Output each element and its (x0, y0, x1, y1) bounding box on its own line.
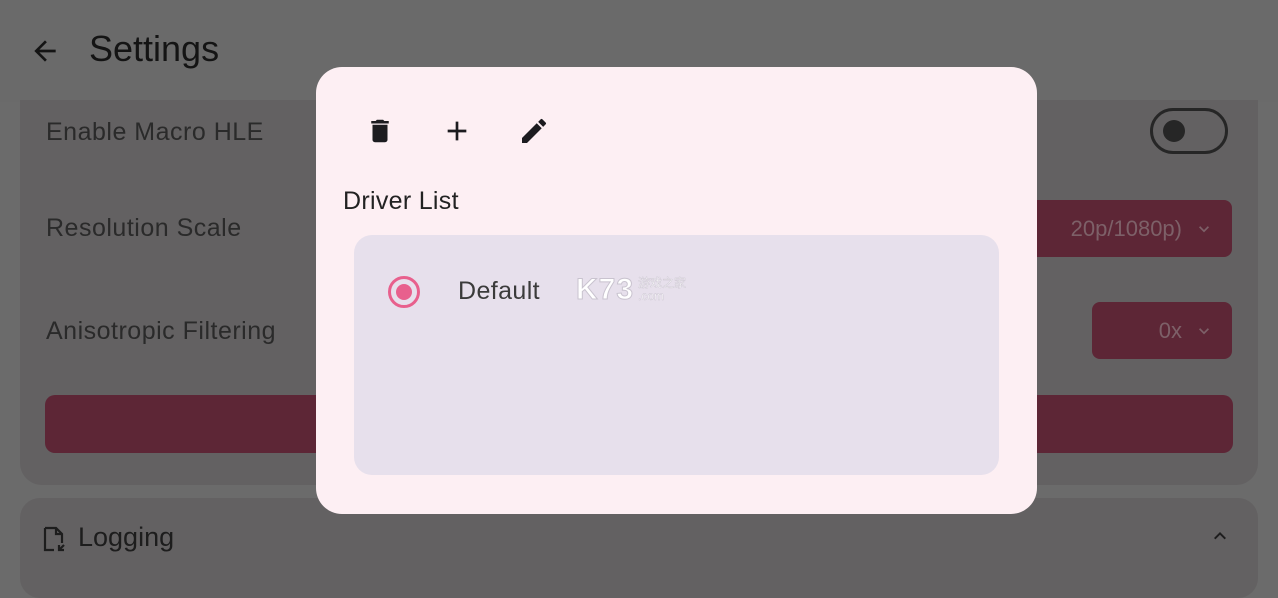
watermark-sub: 游戏之家 .com (638, 276, 686, 303)
driver-item-label[interactable]: Default (458, 277, 540, 306)
setting-label-resolution-scale: Resolution Scale (46, 214, 242, 242)
watermark-main: K73 (575, 273, 635, 307)
edit-icon (522, 118, 546, 143)
setting-label-anisotropic-filtering: Anisotropic Filtering (46, 317, 277, 345)
watermark-logo: K73 游戏之家 .com (575, 273, 686, 307)
driver-manager-dialog: Driver List Default K73 游戏之家 .com (316, 67, 1037, 514)
anisotropic-filtering-value: 0x (1158, 317, 1182, 343)
dialog-title: Driver List (343, 187, 459, 215)
toggle-knob (1163, 120, 1185, 142)
edit-driver-button[interactable] (514, 111, 554, 151)
chevron-down-icon (1199, 225, 1209, 232)
driver-list: Default K73 游戏之家 .com (354, 235, 999, 475)
add-icon (447, 121, 467, 141)
page-title: Settings (89, 28, 220, 69)
log-file-icon (43, 526, 65, 552)
delete-driver-button[interactable] (360, 111, 400, 151)
default-driver-radio[interactable] (388, 276, 420, 308)
chevron-down-icon (1199, 327, 1209, 334)
anisotropic-filtering-dropdown[interactable]: 0x (1092, 302, 1232, 359)
chevron-up-icon[interactable] (1208, 524, 1232, 548)
setting-label-macro-hle: Enable Macro HLE (46, 118, 264, 146)
radio-selected-dot (396, 284, 412, 300)
arrow-left-icon (34, 40, 56, 62)
back-button[interactable] (24, 30, 66, 72)
macro-hle-toggle[interactable] (1150, 108, 1228, 154)
logging-label: Logging (78, 522, 175, 552)
watermark-sub2: .com (638, 289, 665, 303)
resolution-scale-value: 20p/1080p) (1070, 215, 1182, 241)
resolution-scale-dropdown[interactable]: 20p/1080p) (1010, 200, 1232, 257)
delete-icon (371, 119, 389, 143)
add-driver-button[interactable] (437, 111, 477, 151)
